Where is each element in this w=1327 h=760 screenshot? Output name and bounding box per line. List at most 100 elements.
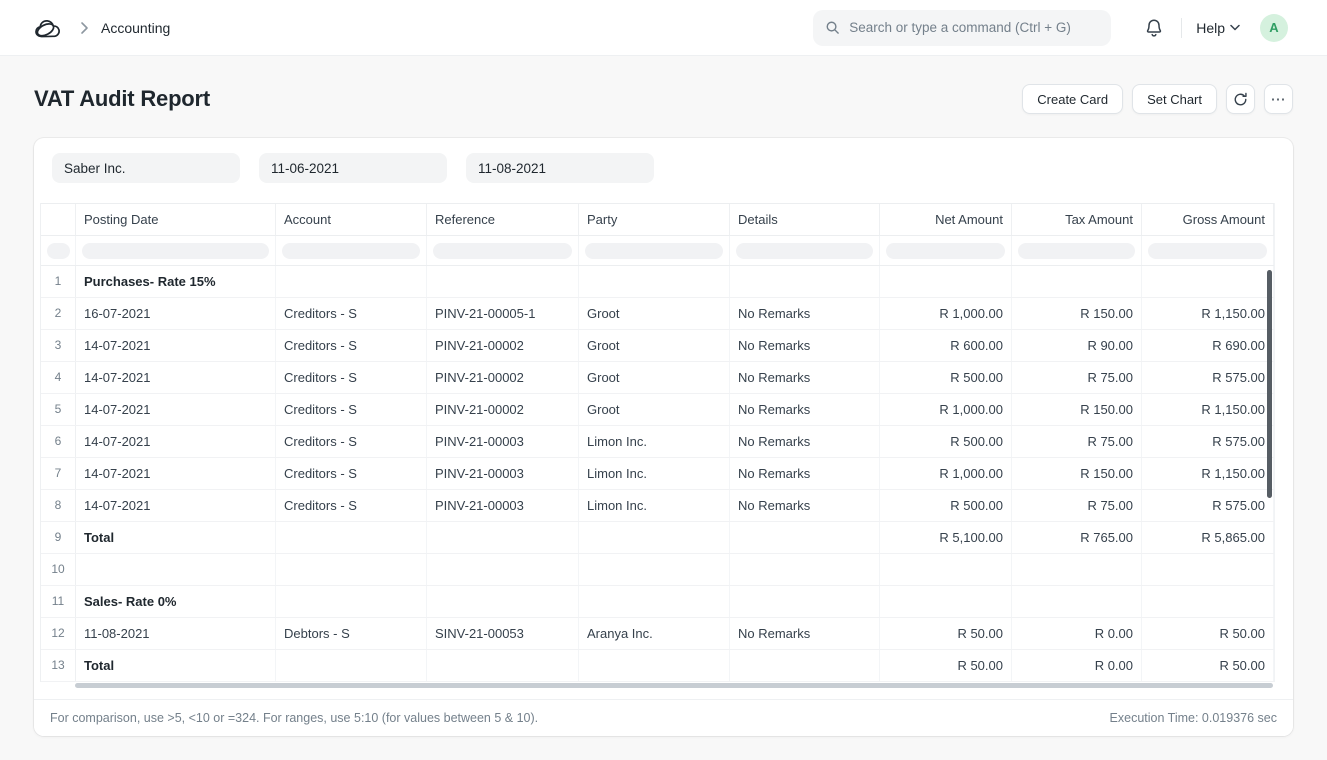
table-cell: Creditors - S [276, 490, 427, 521]
column-filter-input[interactable] [585, 243, 723, 259]
column-filter-input[interactable] [1148, 243, 1267, 259]
table-cell: Debtors - S [276, 618, 427, 649]
column-filter-input[interactable] [886, 243, 1005, 259]
column-filter-input[interactable] [433, 243, 572, 259]
help-label: Help [1196, 20, 1225, 36]
from-date-filter[interactable] [259, 153, 447, 183]
table-cell: R 150.00 [1012, 394, 1142, 425]
table-cell: PINV-21-00003 [427, 490, 579, 521]
refresh-button[interactable] [1226, 84, 1255, 114]
more-menu-button[interactable]: ⋯ [1264, 84, 1293, 114]
table-cell: R 575.00 [1142, 426, 1274, 457]
table-row[interactable]: 514-07-2021Creditors - SPINV-21-00002Gro… [41, 394, 1274, 426]
table-cell [579, 650, 730, 681]
company-filter[interactable] [52, 153, 240, 183]
column-filter-input[interactable] [1018, 243, 1135, 259]
column-header[interactable]: Party [579, 204, 730, 235]
table-row[interactable]: 10 [41, 554, 1274, 586]
row-number-header [41, 204, 76, 235]
table-cell: Creditors - S [276, 458, 427, 489]
table-cell [1142, 586, 1274, 617]
table-cell: PINV-21-00003 [427, 426, 579, 457]
table-cell [730, 266, 880, 297]
table-row[interactable]: 13TotalR 50.00R 0.00R 50.00 [41, 650, 1274, 682]
table-cell: R 1,000.00 [880, 394, 1012, 425]
column-header[interactable]: Account [276, 204, 427, 235]
table-cell: 14-07-2021 [76, 362, 276, 393]
table-cell [1142, 266, 1274, 297]
search-input[interactable] [849, 20, 1099, 35]
breadcrumb[interactable]: Accounting [101, 20, 170, 36]
table-cell [730, 554, 880, 585]
chevron-down-icon [1230, 24, 1240, 31]
filter-bar [34, 138, 1293, 203]
table-cell [1012, 266, 1142, 297]
table-row[interactable]: 1211-08-2021Debtors - SSINV-21-00053Aran… [41, 618, 1274, 650]
table-cell [579, 522, 730, 553]
horizontal-scrollbar[interactable] [75, 683, 1273, 688]
filter-cell [427, 236, 579, 265]
table-cell: R 75.00 [1012, 426, 1142, 457]
filter-cell [1142, 236, 1274, 265]
column-filter-input[interactable] [736, 243, 873, 259]
table-cell: Limon Inc. [579, 490, 730, 521]
table-cell: R 500.00 [880, 426, 1012, 457]
table-row[interactable]: 11Sales- Rate 0% [41, 586, 1274, 618]
column-header[interactable]: Reference [427, 204, 579, 235]
table-cell: R 50.00 [880, 618, 1012, 649]
row-number: 8 [41, 490, 76, 521]
to-date-filter[interactable] [466, 153, 654, 183]
table-row[interactable]: 714-07-2021Creditors - SPINV-21-00003Lim… [41, 458, 1274, 490]
table-row[interactable]: 9TotalR 5,100.00R 765.00R 5,865.00 [41, 522, 1274, 554]
table-cell: R 0.00 [1012, 650, 1142, 681]
table-cell: Creditors - S [276, 362, 427, 393]
table-cell: Aranya Inc. [579, 618, 730, 649]
global-search[interactable] [813, 10, 1111, 46]
table-row[interactable]: 814-07-2021Creditors - SPINV-21-00003Lim… [41, 490, 1274, 522]
table-cell: Groot [579, 330, 730, 361]
column-header[interactable]: Posting Date [76, 204, 276, 235]
table-cell: 14-07-2021 [76, 394, 276, 425]
table-cell [427, 650, 579, 681]
table-cell [880, 266, 1012, 297]
column-filter-input[interactable] [82, 243, 269, 259]
app-logo[interactable] [34, 16, 64, 40]
table-row[interactable]: 314-07-2021Creditors - SPINV-21-00002Gro… [41, 330, 1274, 362]
column-header[interactable]: Tax Amount [1012, 204, 1142, 235]
table-cell: R 75.00 [1012, 362, 1142, 393]
table-cell: No Remarks [730, 298, 880, 329]
table-cell: R 500.00 [880, 362, 1012, 393]
row-number: 11 [41, 586, 76, 617]
page-head: VAT Audit Report Create Card Set Chart ⋯ [0, 56, 1327, 138]
help-menu[interactable]: Help [1196, 20, 1240, 36]
table-cell: R 765.00 [1012, 522, 1142, 553]
column-filter-input[interactable] [47, 243, 70, 259]
column-header[interactable]: Net Amount [880, 204, 1012, 235]
table-cell: No Remarks [730, 458, 880, 489]
row-number: 7 [41, 458, 76, 489]
row-number: 9 [41, 522, 76, 553]
table-cell [880, 586, 1012, 617]
table-cell [276, 586, 427, 617]
table-row[interactable]: 216-07-2021Creditors - SPINV-21-00005-1G… [41, 298, 1274, 330]
table-cell: PINV-21-00002 [427, 362, 579, 393]
set-chart-button[interactable]: Set Chart [1132, 84, 1217, 114]
create-card-button[interactable]: Create Card [1022, 84, 1123, 114]
table-cell: PINV-21-00002 [427, 394, 579, 425]
table-row[interactable]: 414-07-2021Creditors - SPINV-21-00002Gro… [41, 362, 1274, 394]
search-icon [825, 20, 840, 35]
vertical-scrollbar[interactable] [1267, 270, 1272, 498]
column-header[interactable]: Details [730, 204, 880, 235]
column-header[interactable]: Gross Amount [1142, 204, 1274, 235]
filter-cell [730, 236, 880, 265]
table-row[interactable]: 614-07-2021Creditors - SPINV-21-00003Lim… [41, 426, 1274, 458]
column-filter-input[interactable] [282, 243, 420, 259]
table-cell [1012, 586, 1142, 617]
table-filter-row [41, 236, 1274, 266]
table-row[interactable]: 1Purchases- Rate 15% [41, 266, 1274, 298]
table-cell: Groot [579, 298, 730, 329]
avatar[interactable]: A [1260, 14, 1288, 42]
table-cell: R 1,000.00 [880, 298, 1012, 329]
notifications-bell-icon[interactable] [1145, 18, 1163, 37]
table-cell: R 75.00 [1012, 490, 1142, 521]
